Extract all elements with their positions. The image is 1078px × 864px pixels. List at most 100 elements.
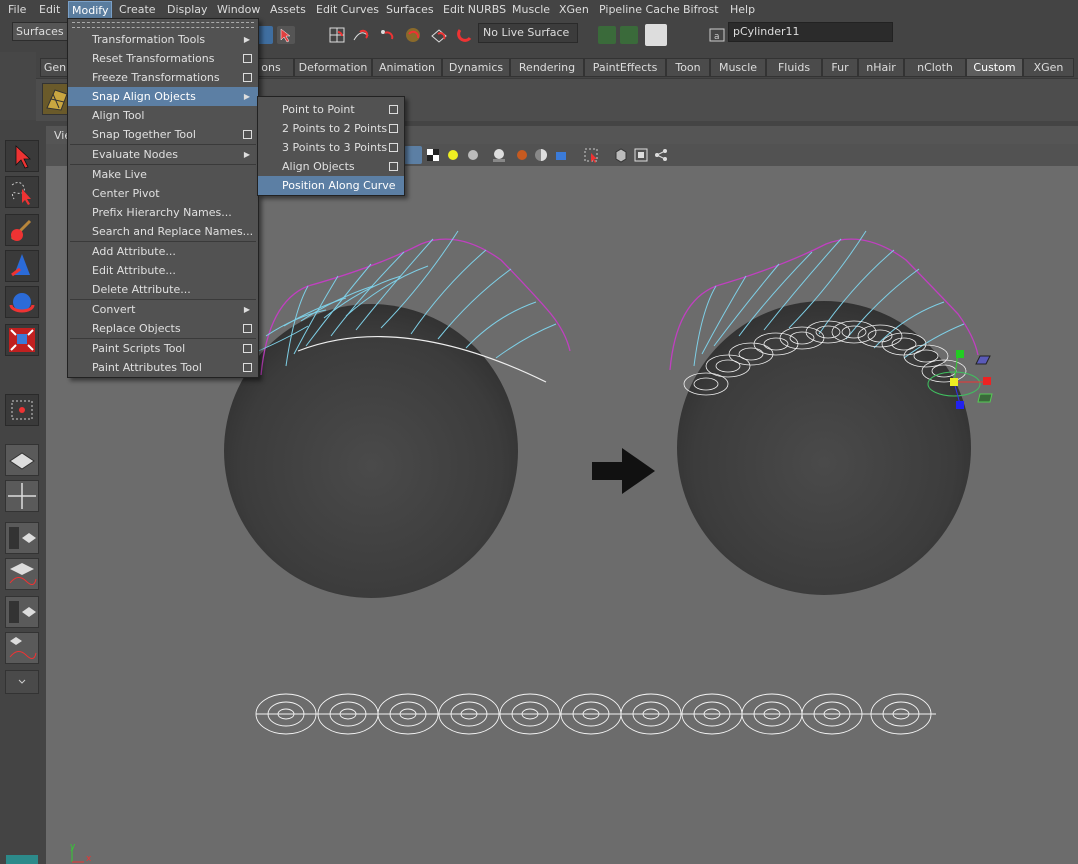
menu-item-snap-together-tool[interactable]: Snap Together Tool bbox=[68, 125, 258, 144]
menu-file[interactable]: File bbox=[8, 3, 26, 16]
tab-nhair[interactable]: nHair bbox=[858, 58, 904, 77]
menuset-dropdown[interactable]: Surfaces bbox=[12, 22, 72, 41]
menu-item-transformation-tools[interactable]: Transformation Tools ▶ bbox=[68, 30, 258, 49]
scale-tool-icon[interactable] bbox=[5, 324, 39, 356]
xray-components-icon[interactable] bbox=[652, 146, 670, 164]
menu-item-search-and-replace-names[interactable]: Search and Replace Names... bbox=[68, 222, 258, 241]
menu-item-edit-attribute[interactable]: Edit Attribute... bbox=[68, 261, 258, 280]
snap-curve-icon[interactable] bbox=[352, 26, 370, 44]
option-box-icon[interactable] bbox=[389, 124, 398, 133]
tab-dynamics[interactable]: Dynamics bbox=[442, 58, 510, 77]
snap-view-plane-icon[interactable] bbox=[404, 26, 422, 44]
render-current-frame-icon[interactable] bbox=[620, 26, 638, 44]
tab-fluids[interactable]: Fluids bbox=[766, 58, 822, 77]
shadows-icon[interactable] bbox=[464, 146, 482, 164]
menu-item-point-to-point[interactable]: Point to Point bbox=[258, 100, 404, 119]
isolate-select-icon[interactable] bbox=[582, 146, 600, 164]
single-perspective-layout-icon[interactable] bbox=[5, 444, 39, 476]
menu-item-convert[interactable]: Convert ▶ bbox=[68, 300, 258, 319]
tab-animation[interactable]: Animation bbox=[372, 58, 442, 77]
menu-tear-off[interactable] bbox=[72, 22, 254, 28]
menu-surfaces[interactable]: Surfaces bbox=[386, 3, 434, 16]
snap-live-surface-icon[interactable] bbox=[430, 26, 448, 44]
option-box-icon[interactable] bbox=[389, 105, 398, 114]
option-box-icon[interactable] bbox=[243, 363, 252, 372]
snap-grid-icon[interactable] bbox=[328, 26, 346, 44]
menu-item-3-points-to-3-points[interactable]: 3 Points to 3 Points bbox=[258, 138, 404, 157]
manip-plane-handle-2[interactable] bbox=[977, 393, 993, 403]
tab-ncloth[interactable]: nCloth bbox=[904, 58, 966, 77]
option-box-icon[interactable] bbox=[389, 162, 398, 171]
manip-y-handle[interactable] bbox=[956, 350, 964, 358]
menu-assets[interactable]: Assets bbox=[270, 3, 306, 16]
menu-muscle[interactable]: Muscle bbox=[512, 3, 550, 16]
checker-texture-icon[interactable] bbox=[424, 146, 442, 164]
tab-painteffects[interactable]: PaintEffects bbox=[584, 58, 666, 77]
last-tool-used-icon[interactable] bbox=[5, 394, 39, 426]
menu-pipeline-cache[interactable]: Pipeline Cache bbox=[599, 3, 680, 16]
menu-item-2-points-to-2-points[interactable]: 2 Points to 2 Points bbox=[258, 119, 404, 138]
menu-item-evaluate-nodes[interactable]: Evaluate Nodes ▶ bbox=[68, 145, 258, 164]
menu-window[interactable]: Window bbox=[217, 3, 260, 16]
magnet-icon[interactable] bbox=[456, 26, 474, 44]
wireframe-shaded-icon[interactable] bbox=[404, 146, 422, 164]
layout-menu-chevron-icon[interactable] bbox=[5, 670, 39, 694]
option-box-icon[interactable] bbox=[243, 130, 252, 139]
persp-outliner-layout-icon[interactable] bbox=[5, 522, 39, 554]
tab-muscle[interactable]: Muscle bbox=[710, 58, 766, 77]
render-settings-icon[interactable] bbox=[645, 24, 667, 46]
menu-item-paint-attributes-tool[interactable]: Paint Attributes Tool bbox=[68, 358, 258, 377]
tab-fur[interactable]: Fur bbox=[822, 58, 858, 77]
menu-item-position-along-curve[interactable]: Position Along Curve bbox=[258, 176, 404, 195]
menu-item-paint-scripts-tool[interactable]: Paint Scripts Tool bbox=[68, 339, 258, 358]
motion-blur-icon[interactable] bbox=[512, 146, 530, 164]
persp-graph-layout-icon[interactable] bbox=[5, 558, 39, 590]
menu-item-align-objects[interactable]: Align Objects bbox=[258, 157, 404, 176]
persp-graph-outliner-layout-icon[interactable] bbox=[5, 632, 39, 664]
menu-edit-curves[interactable]: Edit Curves bbox=[316, 3, 379, 16]
option-box-icon[interactable] bbox=[243, 344, 252, 353]
menu-item-delete-attribute[interactable]: Delete Attribute... bbox=[68, 280, 258, 299]
construction-history-icon[interactable] bbox=[598, 26, 616, 44]
menu-item-prefix-hierarchy-names[interactable]: Prefix Hierarchy Names... bbox=[68, 203, 258, 222]
menu-item-replace-objects[interactable]: Replace Objects bbox=[68, 319, 258, 338]
tab-general[interactable]: Gen bbox=[40, 58, 70, 77]
hypershade-layout-icon[interactable] bbox=[5, 596, 39, 628]
manip-x-handle[interactable] bbox=[983, 377, 991, 385]
menu-item-make-live[interactable]: Make Live bbox=[68, 165, 258, 184]
lights-icon[interactable] bbox=[444, 146, 462, 164]
left-sphere[interactable] bbox=[224, 304, 518, 598]
depth-of-field-icon[interactable] bbox=[552, 146, 570, 164]
xray-joints-icon[interactable] bbox=[632, 146, 650, 164]
antialias-icon[interactable] bbox=[532, 146, 550, 164]
tab-rendering[interactable]: Rendering bbox=[510, 58, 584, 77]
option-box-icon[interactable] bbox=[243, 54, 252, 63]
manip-z-handle[interactable] bbox=[956, 401, 964, 409]
tab-xgen[interactable]: XGen bbox=[1023, 58, 1074, 77]
menu-xgen[interactable]: XGen bbox=[559, 3, 589, 16]
menu-item-align-tool[interactable]: Align Tool bbox=[68, 106, 258, 125]
xray-icon[interactable] bbox=[612, 146, 630, 164]
input-line-mode-icon[interactable]: a bbox=[708, 26, 726, 44]
option-box-icon[interactable] bbox=[243, 324, 252, 333]
rotate-tool-icon[interactable] bbox=[5, 286, 39, 318]
menu-create[interactable]: Create bbox=[119, 3, 156, 16]
menu-edit-nurbs[interactable]: Edit NURBS bbox=[443, 3, 506, 16]
menu-item-center-pivot[interactable]: Center Pivot bbox=[68, 184, 258, 203]
menu-item-reset-transformations[interactable]: Reset Transformations bbox=[68, 49, 258, 68]
tab-toon[interactable]: Toon bbox=[666, 58, 710, 77]
select-object-icon[interactable] bbox=[277, 26, 295, 44]
menu-display[interactable]: Display bbox=[167, 3, 208, 16]
menu-edit[interactable]: Edit bbox=[39, 3, 60, 16]
menu-help[interactable]: Help bbox=[730, 3, 755, 16]
manip-center-handle[interactable] bbox=[950, 378, 958, 386]
menu-item-snap-align-objects[interactable]: Snap Align Objects ▶ bbox=[68, 87, 258, 106]
object-name-field[interactable]: pCylinder11 bbox=[728, 22, 893, 42]
move-tool-icon[interactable] bbox=[5, 250, 39, 282]
select-tool-icon[interactable] bbox=[5, 140, 39, 172]
tab-deformation[interactable]: Deformation bbox=[294, 58, 372, 77]
option-box-icon[interactable] bbox=[243, 73, 252, 82]
option-box-icon[interactable] bbox=[389, 143, 398, 152]
menu-item-add-attribute[interactable]: Add Attribute... bbox=[68, 242, 258, 261]
paint-select-tool-icon[interactable] bbox=[5, 214, 39, 246]
